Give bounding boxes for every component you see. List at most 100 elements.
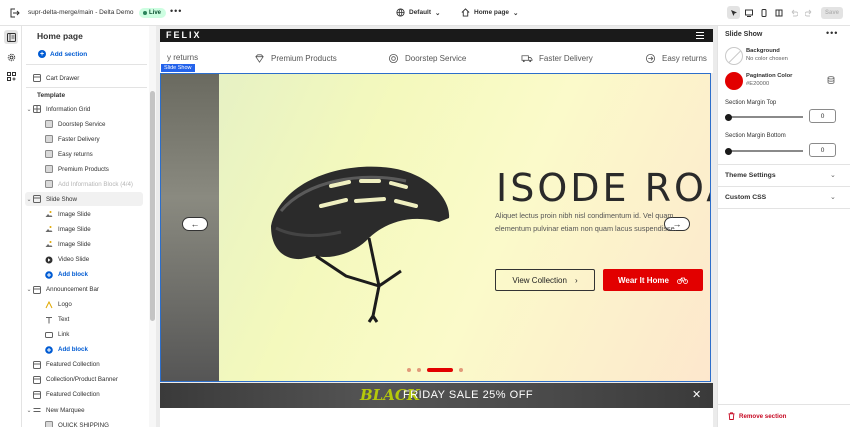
exit-icon[interactable]	[8, 7, 20, 19]
tree-item-logo[interactable]: Logo	[25, 298, 143, 312]
chevron-down-icon[interactable]: ⌄	[25, 286, 33, 293]
menu-icon[interactable]	[696, 32, 704, 39]
badge-icon	[388, 53, 399, 64]
tree-item-new-marquee[interactable]: ⌄ New Marquee	[25, 403, 143, 417]
tree-item-label: Add block	[58, 271, 88, 279]
tree-item-link[interactable]: Link	[25, 328, 143, 342]
slide-show-section[interactable]: ← → ISODE ROAD Aliquet lectus proin nibh…	[160, 73, 711, 382]
scrollbar-thumb[interactable]	[150, 91, 155, 321]
tree-item-image-slide[interactable]: Image Slide	[25, 207, 143, 221]
redo-icon[interactable]	[802, 6, 815, 19]
margin-top-range[interactable]	[725, 116, 803, 118]
tree-item-featured-collection[interactable]: Featured Collection	[25, 358, 143, 372]
settings-gear-icon[interactable]	[4, 50, 18, 64]
tree-item-information-grid[interactable]: ⌄ Information Grid	[25, 102, 143, 116]
add-section-button[interactable]: + Add section	[38, 50, 87, 58]
wear-it-home-button[interactable]: Wear It Home	[603, 269, 703, 291]
pagination-dot[interactable]	[407, 368, 411, 372]
cart-drawer-item[interactable]: Cart Drawer	[25, 71, 143, 85]
custom-css-toggle[interactable]: Custom CSS	[725, 194, 766, 201]
globe-icon	[396, 8, 405, 17]
info-item-label: Doorstep Service	[405, 54, 467, 63]
view-collection-button[interactable]: View Collection ›	[495, 269, 595, 291]
margin-bottom-input[interactable]: 0	[809, 143, 836, 157]
desktop-icon[interactable]	[742, 6, 755, 19]
sections-icon[interactable]	[4, 30, 18, 44]
info-item-label: Easy returns	[662, 54, 707, 63]
tree-item-label: Image Slide	[58, 225, 91, 233]
chevron-down-icon[interactable]: ⌄	[25, 106, 33, 113]
margin-top-input[interactable]: 0	[809, 109, 836, 123]
tree-item-easy-returns[interactable]: Easy returns	[25, 147, 143, 161]
info-item-easy-returns: y returns	[167, 53, 198, 62]
chevron-down-icon[interactable]: ⌄	[830, 171, 836, 179]
slide-show-tag: Slide Show	[161, 64, 195, 72]
chevron-down-icon[interactable]: ⌄	[25, 196, 33, 203]
remove-section-button[interactable]: Remove section	[728, 412, 786, 420]
section-icon	[33, 285, 41, 294]
page-select[interactable]: Home page ⌄	[461, 8, 519, 17]
information-grid: y returns Premium Products Doorstep Serv…	[160, 42, 713, 73]
block-icon	[45, 180, 53, 189]
undo-icon[interactable]	[787, 6, 800, 19]
divider	[26, 87, 147, 88]
theme-select-label: Default	[409, 9, 432, 16]
block-icon	[45, 135, 53, 144]
tree-item-image-slide[interactable]: Image Slide	[25, 222, 143, 236]
tree-item-premium-products[interactable]: Premium Products	[25, 162, 143, 176]
info-item-label: Faster Delivery	[539, 54, 593, 63]
chevron-down-icon[interactable]: ⌄	[830, 193, 836, 201]
apps-icon[interactable]	[4, 69, 18, 83]
info-item-label: y returns	[167, 53, 199, 62]
slide-heading: ISODE ROAD	[496, 166, 710, 210]
tree-item-slide-show[interactable]: ⌄ Slide Show	[25, 192, 143, 207]
tree-item-label: Video Slide	[58, 256, 90, 263]
inspector-icon[interactable]	[727, 6, 740, 19]
chevron-down-icon: ⌄	[435, 9, 441, 17]
tree-item-announcement-bar[interactable]: ⌄ Announcement Bar	[25, 283, 143, 297]
slide-prev-button[interactable]: ←	[182, 217, 208, 231]
announcement-text: FRIDAY SALE 25% OFF	[403, 389, 534, 401]
block-icon	[45, 270, 53, 279]
tree-item-collection-product-banner[interactable]: Collection/Product Banner	[25, 373, 143, 387]
margin-bottom-range[interactable]	[725, 150, 803, 152]
tree-item-quick-shipping[interactable]: QUICK SHIPPING	[25, 418, 143, 427]
tree-item-label: Add Information Block (4/4)	[58, 180, 133, 188]
close-icon[interactable]: ✕	[692, 388, 701, 401]
tree-item-faster-delivery[interactable]: Faster Delivery	[25, 132, 143, 146]
tree-item-add-block[interactable]: Add block	[25, 343, 143, 357]
theme-select[interactable]: Default ⌄	[396, 8, 440, 17]
tree-item-doorstep-service[interactable]: Doorstep Service	[25, 117, 143, 131]
pagination-dot[interactable]	[417, 368, 421, 372]
tree-item-featured-collection[interactable]: Featured Collection	[25, 388, 143, 402]
tree-item-image-slide[interactable]: Image Slide	[25, 237, 143, 251]
margin-top-knob[interactable]	[725, 114, 732, 121]
tree-item-label: Collection/Product Banner	[46, 376, 118, 384]
bicycle-icon	[677, 277, 688, 284]
fullscreen-icon[interactable]	[772, 6, 785, 19]
tree-item-add-block[interactable]: Add block	[25, 268, 143, 282]
pagination-color-label: Pagination Color	[746, 73, 793, 79]
tree-item-label: Slide Show	[46, 195, 77, 203]
chevron-down-icon[interactable]: ⌄	[25, 407, 33, 414]
pagination-color-swatch[interactable]	[725, 72, 743, 90]
background-color-swatch[interactable]	[725, 47, 743, 65]
store-header	[160, 29, 713, 42]
more-actions-button[interactable]: •••	[170, 6, 182, 16]
database-icon[interactable]	[827, 76, 835, 84]
store-logo[interactable]: FELIX	[166, 30, 202, 40]
section-icon	[33, 390, 41, 399]
pagination-dot-active[interactable]	[427, 368, 453, 372]
tree-item-label: New Marquee	[46, 406, 85, 414]
tree-item-video-slide[interactable]: Video Slide	[25, 253, 143, 267]
pagination-dot[interactable]	[459, 368, 463, 372]
margin-bottom-knob[interactable]	[725, 148, 732, 155]
mobile-icon[interactable]	[757, 6, 770, 19]
tree-item-add-information-block-4-4[interactable]: Add Information Block (4/4)	[25, 177, 143, 191]
chevron-right-icon: ›	[574, 275, 578, 285]
theme-settings-toggle[interactable]: Theme Settings	[725, 172, 776, 179]
tree-item-text[interactable]: Text	[25, 313, 143, 327]
view-collection-label: View Collection	[512, 275, 567, 285]
more-options-icon[interactable]: •••	[826, 28, 838, 38]
save-button[interactable]: Save	[821, 7, 843, 19]
